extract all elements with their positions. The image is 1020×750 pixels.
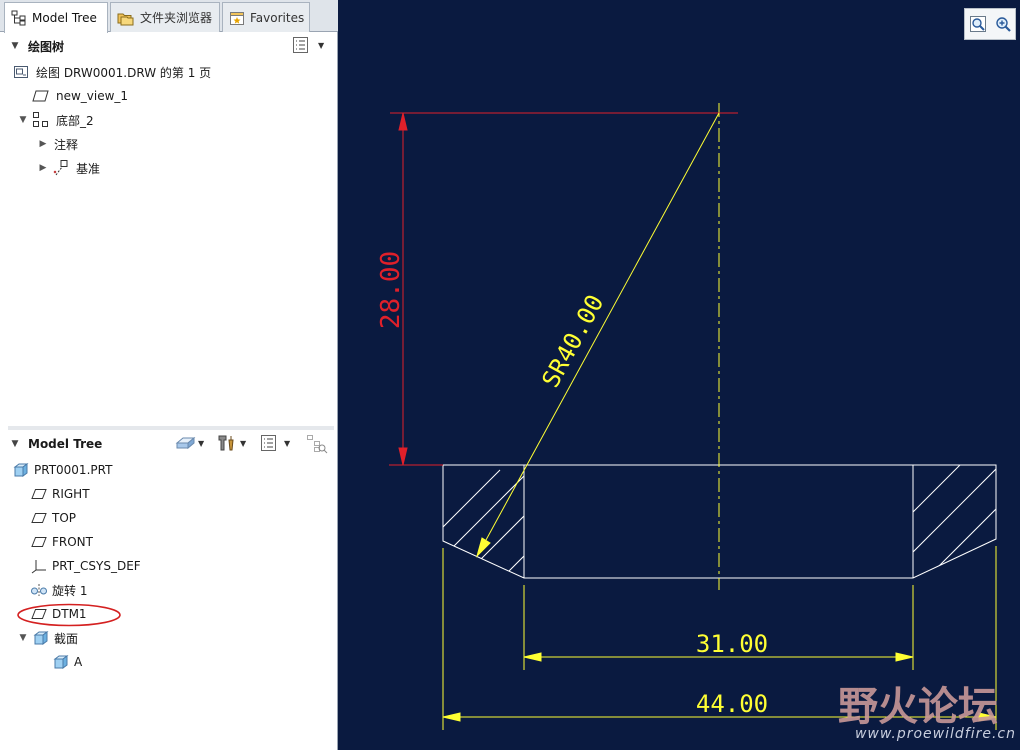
zoom-fit-icon[interactable]	[969, 15, 987, 33]
radius-dimension	[476, 112, 720, 558]
dim-height-text[interactable]: 28.00	[376, 251, 406, 329]
zoom-toolbar	[964, 8, 1016, 40]
left-hatch	[443, 469, 524, 578]
dim-inner-width-text[interactable]: 31.00	[696, 630, 768, 658]
watermark-title: 野火论坛	[838, 684, 998, 730]
drawing-svg: 28.00 SR40.00 31.00 44.00	[376, 103, 997, 730]
watermark-url: www.proewildfire.cn	[854, 726, 1016, 742]
dim-outer-width-text[interactable]: 44.00	[696, 690, 768, 718]
height-dimension	[389, 112, 738, 466]
watermark: 野火论坛 www.proewildfire.cn	[836, 660, 1020, 750]
right-hatch	[913, 465, 996, 578]
dim-radius-text[interactable]: SR40.00	[536, 290, 609, 392]
zoom-in-icon[interactable]	[994, 15, 1012, 33]
